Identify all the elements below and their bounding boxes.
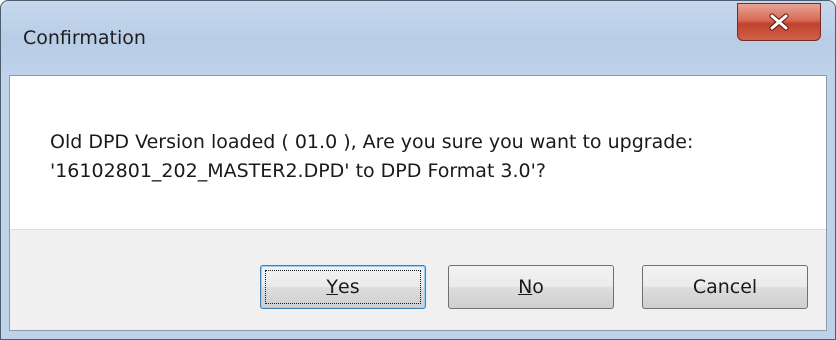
cancel-button[interactable]: Cancel — [642, 265, 808, 309]
message-line-1: Old DPD Version loaded ( 01.0 ), Are you… — [50, 131, 694, 153]
cancel-label: Cancel — [692, 276, 758, 298]
dialog-content: Old DPD Version loaded ( 01.0 ), Are you… — [9, 75, 827, 331]
no-label-rest: o — [532, 276, 544, 298]
no-button[interactable]: No — [448, 265, 614, 309]
button-area: Yes No Cancel — [10, 229, 826, 330]
confirmation-message: Old DPD Version loaded ( 01.0 ), Are you… — [50, 128, 810, 186]
close-button[interactable] — [737, 3, 821, 41]
yes-button[interactable]: Yes — [260, 265, 426, 309]
title-bar[interactable]: Confirmation — [1, 1, 835, 75]
close-icon — [768, 13, 790, 31]
yes-label-rest: es — [338, 276, 360, 298]
message-line-2: '16102801_202_MASTER2.DPD' to DPD Format… — [50, 160, 546, 182]
window-title: Confirmation — [23, 27, 146, 49]
yes-mnemonic: Y — [326, 276, 338, 298]
no-mnemonic: N — [518, 276, 533, 298]
confirmation-dialog: Confirmation Old DPD Version loaded ( 01… — [0, 0, 836, 340]
